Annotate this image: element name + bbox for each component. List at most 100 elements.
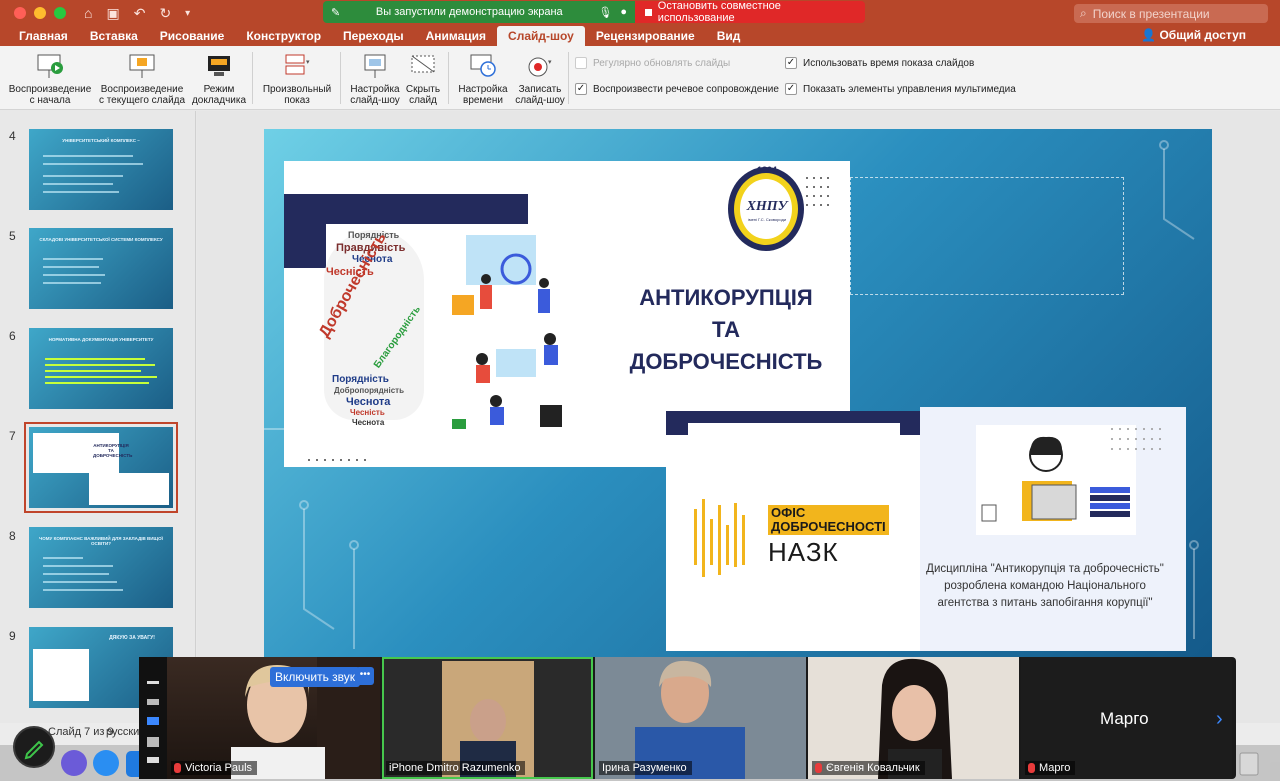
tab-slideshow[interactable]: Слайд-шоу bbox=[497, 26, 585, 46]
slide-thumbnail-8[interactable]: ЧОМУ КОМПЛАЄНС ВАЖЛИВИЙ ДЛЯ ЗАКЛАДІВ ВИЩ… bbox=[29, 527, 173, 608]
slide-title[interactable]: АНТИКОРУПЦІЯ ТА ДОБРОЧЕСНІСТЬ bbox=[596, 282, 856, 378]
trash-icon[interactable] bbox=[1236, 749, 1262, 777]
play-from-start-line2: с начала bbox=[29, 95, 71, 106]
presenter-mode-line2: докладчика bbox=[191, 95, 247, 106]
gallery-view-icon[interactable] bbox=[147, 717, 159, 725]
custom-show-icon: ▾ bbox=[282, 52, 312, 80]
slide-thumbnail-5[interactable]: СКЛАДОВІ УНІВЕРСИТЕТСЬКОЇ СИСТЕМИ КОМПЛЕ… bbox=[29, 228, 173, 309]
grid-view-icon[interactable] bbox=[147, 737, 159, 747]
play-narration-checkbox[interactable]: ✓ Воспроизвести речевое сопровождение bbox=[575, 83, 779, 95]
record-slideshow-button[interactable]: ▾ Записать слайд-шоу bbox=[512, 52, 568, 106]
media-controls-label: Показать элементы управления мультимедиа bbox=[803, 83, 1016, 95]
participant-name-text: iPhone Dmitro Razumenko bbox=[389, 762, 521, 774]
tab-home[interactable]: Главная bbox=[8, 26, 79, 46]
tab-draw[interactable]: Рисование bbox=[149, 26, 236, 46]
thumb-line bbox=[43, 274, 105, 276]
use-timings-checkbox[interactable]: ✓ Использовать время показа слайдов bbox=[785, 57, 974, 69]
thumb-line bbox=[43, 191, 119, 193]
thumb-line bbox=[43, 183, 113, 185]
slide-thumbnail-7-selected[interactable]: АНТИКОРУПЦІЯ ТА ДОБРОЧЕСНІСТЬ bbox=[24, 422, 178, 513]
stop-share-button[interactable]: Остановить совместное использование bbox=[635, 1, 865, 23]
share-message: Вы запустили демонстрацию экрана bbox=[375, 6, 563, 18]
undo-icon[interactable]: ↶ bbox=[134, 5, 146, 22]
mic-icon[interactable]: 🎙 bbox=[598, 6, 612, 19]
next-page-chevron-icon[interactable]: › bbox=[1216, 708, 1223, 731]
slide-thumbnail-4[interactable]: УНІВЕРСИТЕТСЬКИЙ КОМПЛЕКС – bbox=[29, 129, 173, 210]
strip-view-icon[interactable] bbox=[147, 699, 159, 705]
auto-update-checkbox[interactable]: Регулярно обновлять слайды bbox=[575, 57, 730, 69]
stop-icon bbox=[645, 8, 652, 16]
checkbox-checked-icon: ✓ bbox=[785, 83, 797, 95]
thumb-line bbox=[43, 266, 99, 268]
share-access-button[interactable]: 👤 Общий доступ bbox=[1141, 28, 1246, 42]
mic-muted-icon bbox=[174, 763, 181, 773]
safari-icon bbox=[93, 750, 119, 776]
play-from-start-line1: Воспроизведение bbox=[8, 84, 92, 95]
more-options-button[interactable]: ••• bbox=[356, 667, 374, 685]
use-timings-label: Использовать время показа слайдов bbox=[803, 57, 975, 69]
media-controls-checkbox[interactable]: ✓ Показать элементы управления мультимед… bbox=[785, 83, 1016, 95]
current-slide[interactable]: Порядність Правдивість Чеснота Чесність … bbox=[264, 129, 1212, 659]
tab-design[interactable]: Конструктор bbox=[235, 26, 332, 46]
presenter-mode-button[interactable]: Режим докладчика bbox=[190, 52, 248, 106]
search-input[interactable]: ⌕ Поиск в презентации bbox=[1074, 4, 1268, 23]
hide-slide-line1: Скрыть bbox=[405, 84, 441, 95]
minimize-strip-icon[interactable] bbox=[147, 681, 159, 684]
thumb-line bbox=[43, 163, 143, 165]
custom-show-button[interactable]: ▾ Произвольный показ bbox=[260, 52, 334, 106]
tab-transitions[interactable]: Переходы bbox=[332, 26, 415, 46]
customize-toolbar-icon[interactable]: ▾ bbox=[185, 8, 190, 19]
slide-title-line1: АНТИКОРУПЦІЯ bbox=[639, 285, 813, 310]
record-line1: Записать bbox=[518, 84, 562, 95]
minimize-window-button[interactable] bbox=[34, 7, 46, 19]
slide-thumbnail-6[interactable]: НОРМАТИВНА ДОКУМЕНТАЦІЯ УНІВЕРСИТЕТУ bbox=[29, 328, 173, 409]
thumb-line bbox=[43, 258, 103, 260]
close-window-button[interactable] bbox=[14, 7, 26, 19]
play-from-start-icon bbox=[35, 52, 65, 80]
participant-name: Марго bbox=[1025, 761, 1076, 775]
seal-subtext: імені Г.С. Сковороди bbox=[747, 217, 787, 222]
redo-icon[interactable]: ↻ bbox=[159, 5, 171, 22]
home-icon[interactable]: ⌂ bbox=[84, 5, 92, 21]
ribbon-separator bbox=[568, 52, 569, 104]
setup-show-button[interactable]: Настройка слайд-шоу bbox=[346, 52, 404, 106]
participant-tile-3[interactable]: Ірина Разуменко bbox=[595, 657, 806, 779]
play-from-current-button[interactable]: Воспроизведение с текущего слайда bbox=[98, 52, 186, 106]
tab-insert[interactable]: Вставка bbox=[79, 26, 149, 46]
empty-placeholder[interactable] bbox=[850, 177, 1124, 295]
seal-year: 1804 bbox=[756, 165, 778, 175]
zoom-window-button[interactable] bbox=[54, 7, 66, 19]
hide-slide-button[interactable]: Скрыть слайд bbox=[404, 52, 442, 106]
share-status: ✎ Вы запустили демонстрацию экрана 🎙 ● bbox=[323, 1, 635, 23]
play-from-current-line2: с текущего слайда bbox=[98, 95, 186, 106]
play-from-start-button[interactable]: Воспроизведение с начала bbox=[8, 52, 92, 106]
participant-name: iPhone Dmitro Razumenko bbox=[386, 761, 526, 775]
record-icon: ▾ bbox=[525, 52, 555, 80]
participant-name: Victoria Pauls bbox=[171, 761, 258, 775]
checkbox-checked-icon: ✓ bbox=[785, 57, 797, 69]
thumb-qr-panel bbox=[33, 649, 89, 701]
dot-pattern bbox=[806, 177, 829, 206]
tab-review[interactable]: Рецензирование bbox=[585, 26, 706, 46]
slide-counter: Слайд 7 из 9 bbox=[48, 726, 114, 738]
participant-tile-4[interactable]: Євгенія Ковальчик bbox=[808, 657, 1019, 779]
slide-thumbnail-pane[interactable]: 4 УНІВЕРСИТЕТСЬКИЙ КОМПЛЕКС – 5 СКЛАДОВІ… bbox=[0, 111, 196, 723]
rehearse-timings-button[interactable]: Настройка времени bbox=[455, 52, 511, 106]
share-pen-icon[interactable]: ✎ bbox=[331, 6, 340, 19]
cloud-word: Чеснота bbox=[352, 418, 385, 427]
cloud-word: Порядність bbox=[332, 374, 389, 385]
unmute-button[interactable]: Включить звук bbox=[270, 667, 361, 687]
annotate-pen-button[interactable] bbox=[13, 726, 55, 768]
thumb-title: СКЛАДОВІ УНІВЕРСИТЕТСЬКОЇ СИСТЕМИ КОМПЛЕ… bbox=[39, 237, 163, 242]
expand-icon[interactable] bbox=[147, 757, 159, 763]
participant-tile-2[interactable]: iPhone Dmitro Razumenko bbox=[382, 657, 593, 779]
tab-view[interactable]: Вид bbox=[706, 26, 752, 46]
save-icon[interactable]: ▣ bbox=[106, 5, 119, 22]
presenter-icon bbox=[204, 52, 234, 80]
integrity-word-cloud: Порядність Правдивість Чеснота Чесність … bbox=[306, 224, 441, 434]
thumb-number: 5 bbox=[9, 229, 16, 243]
custom-show-line2: показ bbox=[284, 95, 310, 106]
quick-access-toolbar: ⌂ ▣ ↶ ↻ ▾ bbox=[84, 5, 190, 22]
tab-animations[interactable]: Анимация bbox=[415, 26, 497, 46]
thumb-line bbox=[43, 175, 123, 177]
